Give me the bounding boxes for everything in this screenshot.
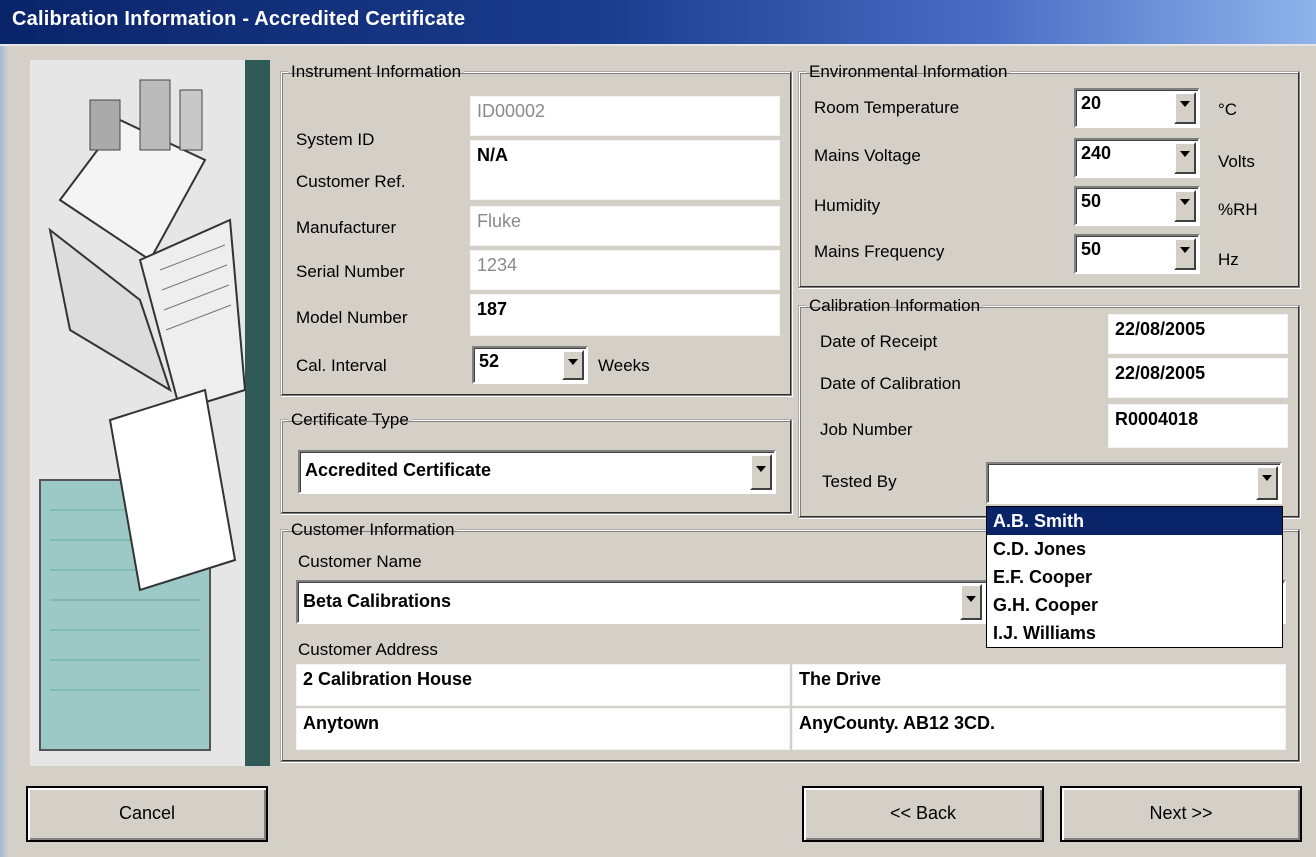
- customer-address-label: Customer Address: [298, 640, 438, 659]
- cal-interval-unit: Weeks: [598, 356, 650, 375]
- book-illustration: [30, 60, 270, 766]
- serial-number-label: Serial Number: [296, 262, 405, 281]
- date-of-calibration-field[interactable]: 22/08/2005: [1108, 358, 1288, 398]
- mains-voltage-select[interactable]: 240: [1074, 138, 1200, 178]
- tested-by-select[interactable]: [986, 462, 1282, 504]
- address-line-2[interactable]: The Drive: [792, 664, 1286, 706]
- window-title: Calibration Information - Accredited Cer…: [12, 8, 466, 30]
- calibration-info-legend: Calibration Information: [809, 296, 981, 315]
- mains-frequency-value: 50: [1081, 239, 1102, 259]
- date-of-receipt-label: Date of Receipt: [820, 332, 938, 351]
- tested-by-option[interactable]: C.D. Jones: [987, 535, 1282, 563]
- tested-by-option[interactable]: I.J. Williams: [987, 619, 1282, 647]
- serial-number-field[interactable]: 1234: [470, 250, 780, 290]
- job-number-label: Job Number: [820, 420, 913, 439]
- customer-name-label: Customer Name: [298, 552, 422, 571]
- room-temperature-value: 20: [1081, 93, 1102, 113]
- room-temperature-dropdown-button[interactable]: [1174, 92, 1196, 124]
- certificate-type-value: Accredited Certificate: [305, 460, 492, 480]
- manufacturer-field[interactable]: Fluke: [470, 206, 780, 246]
- room-temperature-select[interactable]: 20: [1074, 88, 1200, 128]
- chevron-down-icon: [1180, 101, 1190, 107]
- chevron-down-icon: [1180, 199, 1190, 205]
- tested-by-option[interactable]: A.B. Smith: [987, 507, 1282, 535]
- chevron-down-icon: [1180, 247, 1190, 253]
- certificate-type-dropdown-button[interactable]: [750, 454, 772, 490]
- certificate-type-select[interactable]: Accredited Certificate: [298, 450, 776, 494]
- chevron-down-icon: [1180, 151, 1190, 157]
- next-button[interactable]: Next >>: [1060, 786, 1302, 842]
- mains-frequency-unit: Hz: [1218, 250, 1239, 269]
- cal-interval-label: Cal. Interval: [296, 356, 387, 375]
- address-line-1[interactable]: 2 Calibration House: [296, 664, 790, 706]
- model-number-field[interactable]: 187: [470, 294, 780, 336]
- tested-by-option[interactable]: E.F. Cooper: [987, 563, 1282, 591]
- chevron-down-icon: [1262, 475, 1272, 481]
- address-line-3[interactable]: Anytown: [296, 708, 790, 750]
- tested-by-label: Tested By: [822, 472, 897, 491]
- mains-voltage-dropdown-button[interactable]: [1174, 142, 1196, 174]
- system-id-field[interactable]: ID00002: [470, 96, 780, 136]
- mains-voltage-value: 240: [1081, 143, 1112, 163]
- address-line-4[interactable]: AnyCounty. AB12 3CD.: [792, 708, 1286, 750]
- customer-ref-label: Customer Ref.: [296, 172, 406, 191]
- tested-by-dropdown-button[interactable]: [1256, 466, 1278, 500]
- back-button[interactable]: << Back: [802, 786, 1044, 842]
- humidity-select[interactable]: 50: [1074, 186, 1200, 226]
- title-bar[interactable]: Calibration Information - Accredited Cer…: [0, 0, 1316, 46]
- humidity-dropdown-button[interactable]: [1174, 190, 1196, 222]
- customer-ref-field[interactable]: N/A: [470, 140, 780, 200]
- instrument-info-legend: Instrument Information: [291, 62, 462, 81]
- cal-interval-dropdown-button[interactable]: [562, 350, 584, 380]
- customer-name-value: Beta Calibrations: [303, 591, 452, 611]
- chevron-down-icon: [568, 359, 578, 365]
- humidity-value: 50: [1081, 191, 1102, 211]
- tested-by-dropdown-list[interactable]: A.B. Smith C.D. Jones E.F. Cooper G.H. C…: [986, 506, 1283, 648]
- manufacturer-label: Manufacturer: [296, 218, 397, 237]
- mains-voltage-unit: Volts: [1218, 152, 1255, 171]
- mains-frequency-label: Mains Frequency: [814, 242, 945, 261]
- customer-name-dropdown-button[interactable]: [960, 584, 982, 620]
- date-of-receipt-field[interactable]: 22/08/2005: [1108, 314, 1288, 354]
- mains-frequency-select[interactable]: 50: [1074, 234, 1200, 274]
- humidity-unit: %RH: [1218, 200, 1258, 219]
- job-number-field[interactable]: R0004018: [1108, 404, 1288, 448]
- window-edge: [0, 46, 8, 857]
- certificate-type-legend: Certificate Type: [291, 410, 409, 429]
- chevron-down-icon: [756, 466, 766, 472]
- mains-voltage-label: Mains Voltage: [814, 146, 921, 165]
- chevron-down-icon: [966, 596, 976, 602]
- cal-interval-select[interactable]: 52: [472, 346, 588, 384]
- date-of-calibration-label: Date of Calibration: [820, 374, 961, 393]
- room-temperature-unit: °C: [1218, 100, 1238, 119]
- humidity-label: Humidity: [814, 196, 881, 215]
- model-number-label: Model Number: [296, 308, 408, 327]
- tested-by-option[interactable]: G.H. Cooper: [987, 591, 1282, 619]
- environment-info-legend: Environmental Information: [809, 62, 1008, 81]
- cancel-button[interactable]: Cancel: [26, 786, 268, 842]
- cal-interval-value: 52: [479, 351, 500, 371]
- system-id-label: System ID: [296, 130, 375, 149]
- customer-info-legend: Customer Information: [291, 520, 455, 539]
- room-temperature-label: Room Temperature: [814, 98, 960, 117]
- mains-frequency-dropdown-button[interactable]: [1174, 238, 1196, 270]
